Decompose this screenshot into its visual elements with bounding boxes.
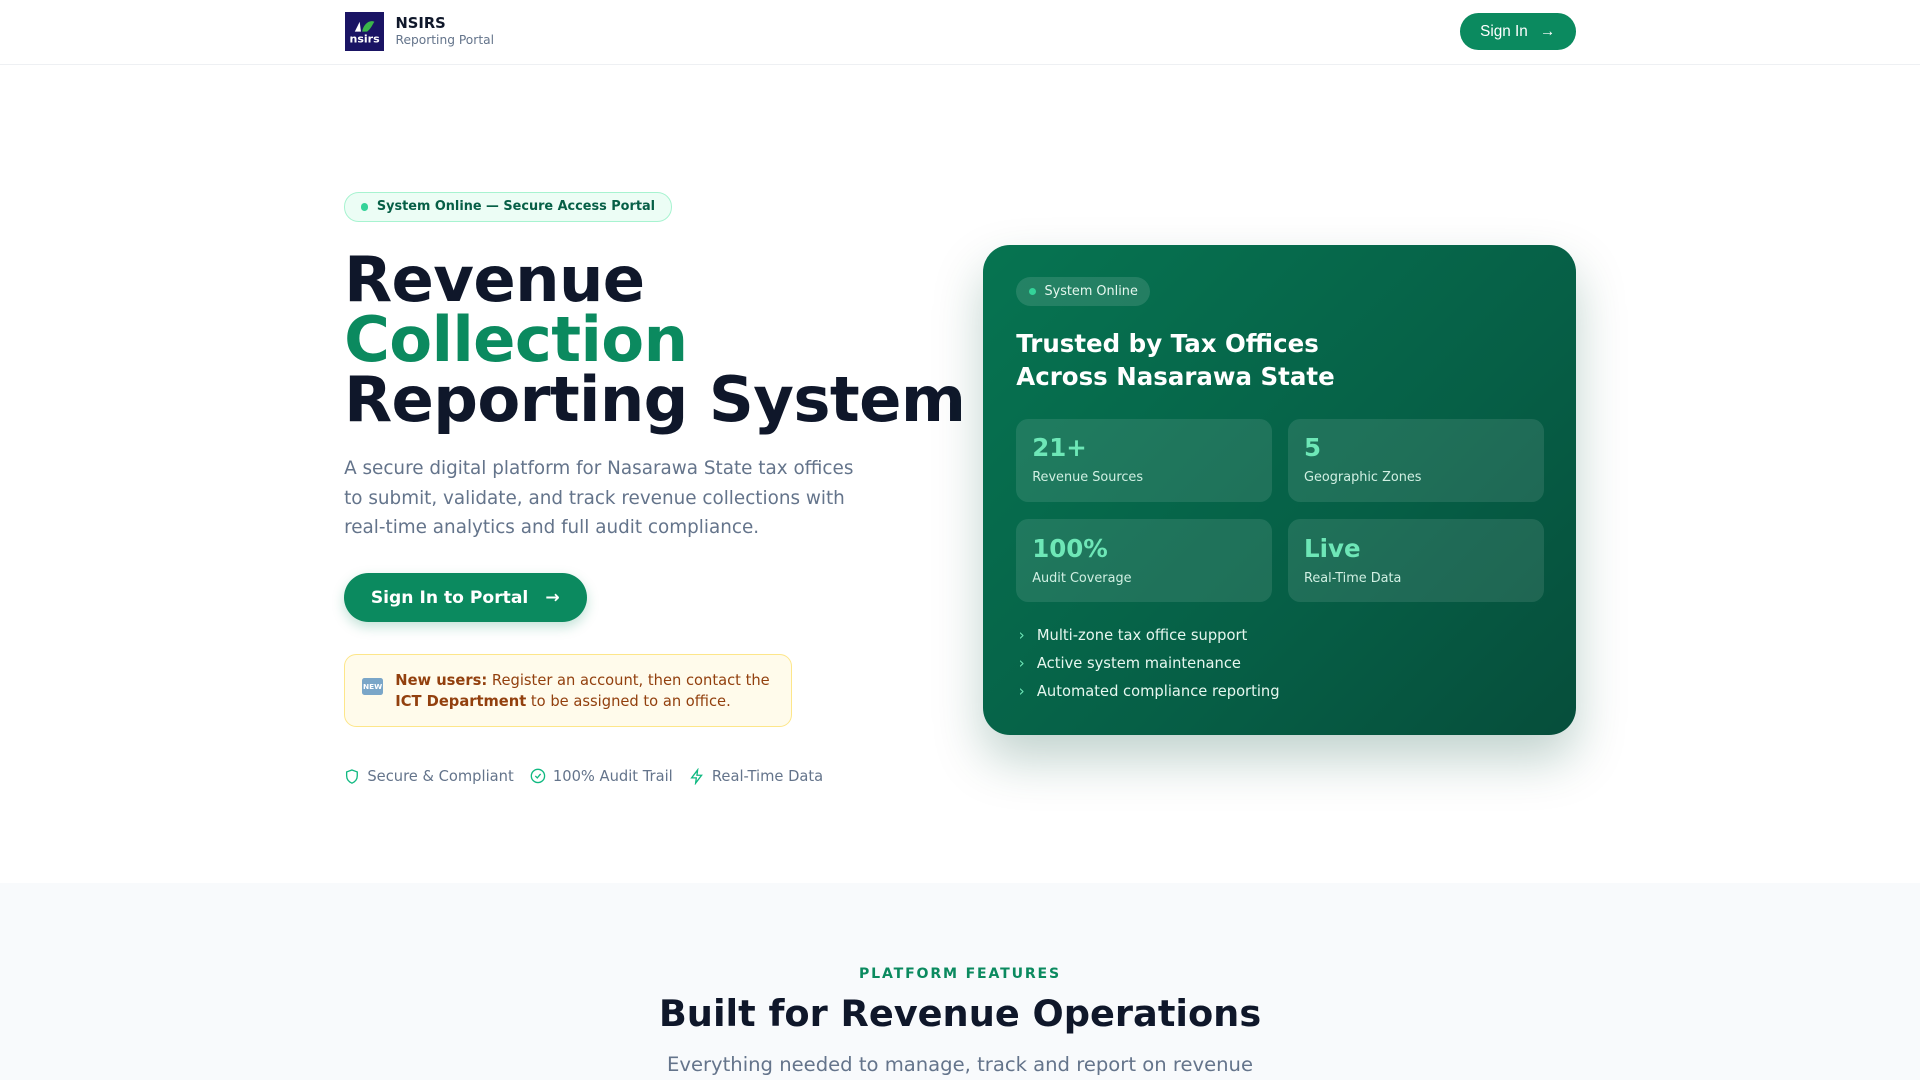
trust-item: Secure & Compliant: [344, 768, 514, 785]
feature-item: › Multi-zone tax office support: [1018, 626, 1248, 644]
card-status-badge: System Online: [1016, 276, 1151, 307]
trust-item: 100% Audit Trail: [530, 768, 673, 785]
feature-item: › Automated compliance reporting: [1018, 683, 1280, 701]
status-dot-icon: [360, 203, 369, 211]
status-dot-icon: [1028, 287, 1036, 296]
stat-tile: Live Real-Time Data: [1288, 519, 1545, 603]
arrow-right-icon: →: [1540, 22, 1556, 40]
new-users-notice: NEW New users: Register an account, then…: [344, 653, 793, 728]
shield-icon: [346, 768, 358, 784]
status-badge: System Online — Secure Access Portal: [344, 192, 672, 222]
lightning-icon: [689, 767, 703, 785]
stat-tile: 21+ Revenue Sources: [1016, 418, 1273, 503]
title-line-3: Reporting System: [344, 362, 966, 436]
stat-tile: 5 Geographic Zones: [1288, 418, 1545, 503]
svg-text:nsirs: nsirs: [350, 33, 381, 46]
sign-in-label: Sign In: [1480, 22, 1528, 40]
status-text: System Online — Secure Access Portal: [376, 199, 656, 215]
chevron-right-icon: ›: [1018, 655, 1025, 673]
stat-tile: 100% Audit Coverage: [1016, 519, 1273, 603]
chevron-right-icon: ›: [1018, 683, 1025, 701]
title-line-1: Revenue: [344, 242, 645, 316]
sign-in-portal-button[interactable]: Sign In to Portal →: [344, 573, 587, 623]
feature-item: › Active system maintenance: [1018, 655, 1241, 673]
card-title: Trusted by Tax Offices Across Nasarawa St…: [1016, 328, 1335, 391]
trust-item: Real-Time Data: [689, 767, 823, 785]
top-nav: nsirs NSIRS Reporting Portal Sign In →: [0, 0, 1920, 65]
section-subtitle: Everything needed to manage, track and r…: [666, 1053, 1253, 1077]
chevron-right-icon: ›: [1018, 626, 1025, 644]
trust-indicators: Secure & Compliant 100% Audit Trail Real…: [344, 767, 823, 785]
nsirs-logo[interactable]: nsirs: [345, 12, 385, 52]
brand-name: NSIRS: [395, 14, 446, 32]
stats-card: System Online Trusted by Tax Offices Acro…: [983, 244, 1576, 735]
arrow-right-icon: →: [545, 587, 560, 608]
section-kicker: PLATFORM FEATURES: [859, 966, 1061, 983]
brand-subtitle: Reporting Portal: [395, 32, 495, 47]
check-circle-icon: [530, 769, 545, 784]
brand: NSIRS Reporting Portal: [396, 15, 495, 47]
new-icon: NEW: [362, 678, 384, 696]
title-line-2: Collection: [344, 302, 688, 376]
section-title: Built for Revenue Operations: [658, 991, 1262, 1035]
hero-title: Revenue Collection Reporting System: [344, 242, 966, 436]
notice-text: New users: Register an account, then con…: [395, 671, 770, 710]
sign-in-button[interactable]: Sign In →: [1459, 13, 1576, 51]
cta-label: Sign In to Portal: [370, 587, 529, 608]
hero-description: A secure digital platform for Nasarawa S…: [344, 458, 854, 539]
